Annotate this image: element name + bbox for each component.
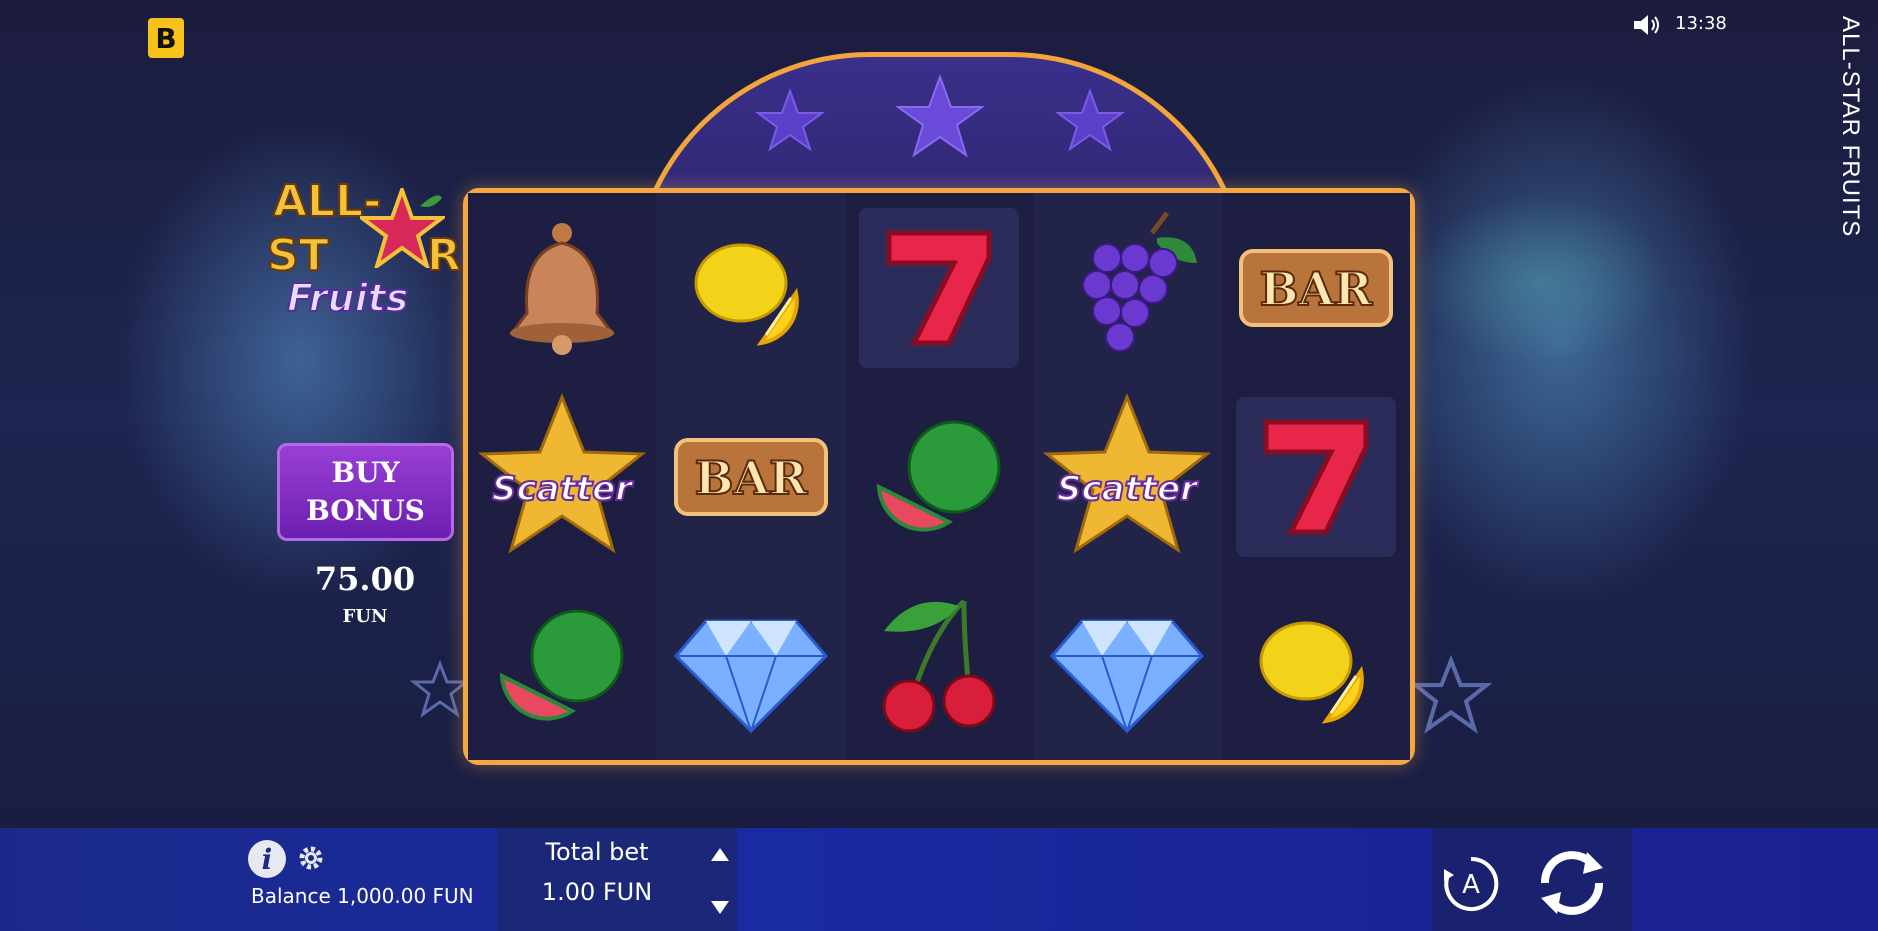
reel-cell-scatter: Scatter (468, 382, 657, 571)
star-icon (754, 74, 1126, 158)
reel-cell-diamond (656, 571, 845, 760)
diamond-icon (673, 619, 828, 734)
bell-icon (509, 222, 616, 355)
watermelon-icon (876, 420, 1001, 532)
clock: 13:38 (1675, 13, 1727, 34)
reel-cell-grapes (1033, 193, 1222, 382)
logo-line-2b: R (426, 229, 462, 282)
cherry-icon (882, 598, 996, 732)
game-logo: ALL- ST R Fruits (265, 168, 475, 328)
bonus-currency: FUN (342, 606, 388, 627)
bar-text: BAR (1259, 262, 1373, 316)
reel-cell-bar: BAR (656, 382, 845, 571)
reel-cell-lemon (656, 193, 845, 382)
info-icon[interactable]: i (248, 840, 286, 878)
bar-icon: BAR (1238, 248, 1393, 327)
arch-stars (635, 71, 1245, 165)
reel-cell-seven (844, 193, 1034, 382)
reel-cell-diamond (1033, 571, 1222, 760)
reel-cell-lemon (1221, 571, 1410, 760)
bar-icon: BAR (673, 437, 828, 516)
buy-bonus-button[interactable]: BUY BONUS (277, 443, 454, 541)
lemon-icon (1259, 621, 1364, 724)
scatter-star-icon: Scatter (478, 392, 647, 554)
scatter-star-icon: Scatter (1043, 392, 1212, 554)
reel-cell-cherry (844, 571, 1034, 760)
reel-cell-scatter: Scatter (1033, 382, 1222, 571)
reel-cell-seven (1221, 382, 1410, 571)
spin-button[interactable] (1527, 838, 1617, 928)
reel-grid[interactable]: BAR Scatter BAR Scatter (463, 188, 1415, 765)
gear-icon[interactable] (296, 843, 326, 873)
bet-value: 1.00 FUN (541, 878, 653, 906)
scatter-text: Scatter (492, 469, 634, 509)
autoplay-icon: A (1462, 870, 1480, 900)
seven-icon (1235, 396, 1396, 557)
reel-cell-watermelon (468, 571, 657, 760)
reel-cell-watermelon (844, 382, 1034, 571)
autoplay-button[interactable]: A (1440, 853, 1502, 915)
scatter-text: Scatter (1057, 469, 1199, 509)
bet-increase-button[interactable] (700, 836, 740, 876)
speaker-icon[interactable] (1632, 12, 1662, 38)
arrow-up-icon (711, 848, 729, 861)
bet-decrease-button[interactable] (700, 886, 740, 926)
arrow-down-icon (711, 901, 729, 914)
logo-line-2a: ST (266, 229, 330, 282)
diamond-icon (1050, 619, 1205, 734)
brand-logo: B (148, 18, 184, 58)
bonus-price: 75.00 (314, 560, 416, 598)
bar-text: BAR (694, 451, 808, 505)
decorative-star-icon (1410, 655, 1492, 734)
bet-label: Total bet (545, 838, 649, 866)
game-title-vertical: ALL-STAR FRUITS (1837, 16, 1864, 238)
lemon-icon (694, 243, 799, 346)
decorative-star-icon (410, 660, 470, 718)
reel-cell-bar: BAR (1221, 193, 1410, 382)
watermelon-icon (500, 609, 624, 721)
grapes-icon (1082, 211, 1198, 352)
logo-line-3: Fruits (286, 275, 409, 321)
reel-cell-bell (468, 193, 657, 382)
balance-text: Balance 1,000.00 FUN (251, 884, 474, 908)
seven-icon (858, 207, 1019, 368)
